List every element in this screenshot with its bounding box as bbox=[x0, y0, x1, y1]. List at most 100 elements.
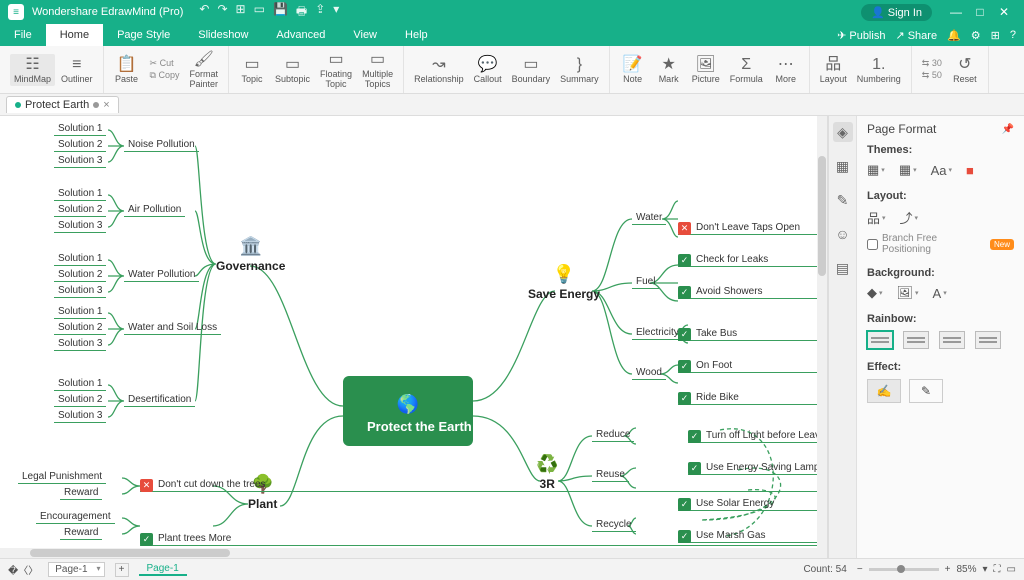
solution-item[interactable]: Solution 2 bbox=[54, 321, 106, 335]
paste-button[interactable]: 📋Paste bbox=[110, 54, 144, 86]
subtopic-button[interactable]: ▭Subtopic bbox=[271, 54, 314, 86]
new-icon[interactable]: ⊞ bbox=[236, 2, 246, 23]
theme-preset-1[interactable]: ▦▾ bbox=[867, 162, 885, 178]
bg-color[interactable]: ◆▾ bbox=[867, 285, 883, 301]
mindmap-button[interactable]: ☷MindMap bbox=[10, 54, 55, 86]
redo-icon[interactable]: ↷ bbox=[217, 2, 227, 23]
save-icon[interactable]: 💾 bbox=[273, 2, 288, 23]
solution-item[interactable]: Solution 2 bbox=[54, 268, 106, 282]
open-icon[interactable]: ▭ bbox=[254, 2, 265, 23]
solution-item[interactable]: Solution 1 bbox=[54, 305, 106, 319]
rainbow-option-1[interactable] bbox=[867, 331, 893, 349]
summary-button[interactable]: }Summary bbox=[556, 54, 603, 86]
leaf-legal[interactable]: Legal Punishment bbox=[18, 470, 106, 484]
width-toggle-a[interactable]: ⇆ 30 bbox=[922, 58, 942, 69]
picture-button[interactable]: 🖼Picture bbox=[688, 54, 724, 86]
leaf-lamp[interactable]: ✓Use Energy Saving Lamp bbox=[688, 461, 828, 475]
effect-none[interactable]: ✎ bbox=[909, 379, 943, 403]
numbering-button[interactable]: 1.Numbering bbox=[853, 54, 905, 86]
solution-item[interactable]: Solution 3 bbox=[54, 409, 106, 423]
leaf-foot[interactable]: ✓On Foot bbox=[678, 359, 828, 373]
document-tab[interactable]: Protect Earth × bbox=[6, 96, 119, 113]
theme-font[interactable]: Aa▾ bbox=[931, 163, 952, 178]
cat-recycle[interactable]: Recycle bbox=[592, 518, 636, 532]
zoom-slider[interactable] bbox=[869, 568, 939, 571]
cat-noise[interactable]: Noise Pollution bbox=[124, 138, 199, 152]
more-button[interactable]: ⋯More bbox=[769, 54, 803, 86]
qat-more-icon[interactable]: ▾ bbox=[333, 2, 339, 23]
canvas[interactable]: 🌎 Protect the Earth 🏛️ Governance Noise … bbox=[0, 116, 828, 558]
leaf-solar[interactable]: ✓Use Solar Energy bbox=[678, 497, 828, 511]
pin-icon[interactable]: 📌 bbox=[1002, 124, 1014, 135]
print-icon[interactable]: 🖶 bbox=[296, 2, 307, 23]
solution-item[interactable]: Solution 3 bbox=[54, 337, 106, 351]
theme-preset-2[interactable]: ▦▾ bbox=[899, 162, 917, 178]
boundary-button[interactable]: ▭Boundary bbox=[508, 54, 555, 86]
cat-water-pollution[interactable]: Water Pollution bbox=[124, 268, 199, 282]
menu-help[interactable]: Help bbox=[391, 24, 442, 46]
branch-3r[interactable]: ♻️ 3R bbox=[536, 454, 558, 491]
bell-icon[interactable]: 🔔 bbox=[947, 29, 961, 42]
leaf-reward1[interactable]: Reward bbox=[60, 486, 102, 500]
multiple-topics-button[interactable]: ▭Multiple Topics bbox=[358, 49, 397, 91]
solution-item[interactable]: Solution 3 bbox=[54, 219, 106, 233]
outliner-button[interactable]: ≡Outliner bbox=[57, 54, 97, 86]
menu-home[interactable]: Home bbox=[46, 24, 103, 46]
panel-tab-icon-icon[interactable]: ☺ bbox=[833, 224, 853, 244]
solution-item[interactable]: Solution 2 bbox=[54, 393, 106, 407]
floating-topic-button[interactable]: ▭Floating Topic bbox=[316, 49, 356, 91]
branch-governance[interactable]: 🏛️ Governance bbox=[216, 236, 285, 273]
rainbow-option-3[interactable] bbox=[939, 331, 965, 349]
cat-wood[interactable]: Wood bbox=[632, 366, 666, 380]
leaf-marsh[interactable]: ✓Use Marsh Gas bbox=[678, 529, 828, 543]
bg-watermark[interactable]: A▾ bbox=[933, 286, 947, 301]
undo-icon[interactable]: ↶ bbox=[199, 2, 209, 23]
maximize-button[interactable]: □ bbox=[968, 5, 992, 19]
formula-button[interactable]: ΣFormula bbox=[726, 54, 767, 86]
cat-air[interactable]: Air Pollution bbox=[124, 203, 185, 217]
solution-item[interactable]: Solution 3 bbox=[54, 284, 106, 298]
page-select[interactable]: Page-1 bbox=[48, 562, 104, 577]
leaf-showers[interactable]: ✓Avoid Showers bbox=[678, 285, 828, 299]
solution-item[interactable]: Solution 1 bbox=[54, 377, 106, 391]
rainbow-option-4[interactable] bbox=[975, 331, 1001, 349]
leaf-bus[interactable]: ✓Take Bus bbox=[678, 327, 828, 341]
zoom-in-button[interactable]: + bbox=[945, 564, 951, 575]
leaf-bike[interactable]: ✓Ride Bike bbox=[678, 391, 828, 405]
leaf-encourage[interactable]: Encouragement bbox=[36, 510, 115, 524]
cat-desert[interactable]: Desertification bbox=[124, 393, 195, 407]
solution-item[interactable]: Solution 1 bbox=[54, 252, 106, 266]
solution-item[interactable]: Solution 2 bbox=[54, 138, 106, 152]
cat-soil[interactable]: Water and Soil Loss bbox=[124, 321, 221, 335]
solution-item[interactable]: Solution 3 bbox=[54, 154, 106, 168]
branch-save-energy[interactable]: 💡 Save Energy bbox=[528, 264, 600, 301]
page-tab[interactable]: Page-1 bbox=[139, 563, 187, 576]
outline-view-icon[interactable]: �〈〉 bbox=[8, 562, 38, 577]
rainbow-option-2[interactable] bbox=[903, 331, 929, 349]
cat-reduce[interactable]: Reduce bbox=[592, 428, 634, 442]
cat-electricity[interactable]: Electricity bbox=[632, 326, 683, 340]
theme-color[interactable]: ■ bbox=[966, 163, 974, 178]
menu-page-style[interactable]: Page Style bbox=[103, 24, 184, 46]
grid-icon[interactable]: ⊞ bbox=[991, 29, 1000, 42]
cat-dont-cut[interactable]: ✕Don't cut down the trees bbox=[140, 478, 828, 492]
minimize-button[interactable]: — bbox=[944, 5, 968, 19]
export-icon[interactable]: ⇪ bbox=[315, 2, 325, 23]
solution-item[interactable]: Solution 2 bbox=[54, 203, 106, 217]
callout-button[interactable]: 💬Callout bbox=[470, 54, 506, 86]
share-button[interactable]: ↗ Share bbox=[895, 29, 937, 42]
help-icon[interactable]: ? bbox=[1010, 29, 1016, 41]
copy-button[interactable]: ⧉ Copy bbox=[150, 70, 180, 81]
gear-icon[interactable]: ⚙ bbox=[971, 29, 981, 42]
menu-slideshow[interactable]: Slideshow bbox=[184, 24, 262, 46]
connector-type[interactable]: ⤴▾ bbox=[900, 208, 919, 227]
horizontal-scrollbar[interactable] bbox=[0, 548, 817, 558]
vertical-scrollbar[interactable] bbox=[817, 116, 827, 558]
close-button[interactable]: ✕ bbox=[992, 5, 1016, 19]
note-button[interactable]: 📝Note bbox=[616, 54, 650, 86]
central-topic[interactable]: 🌎 Protect the Earth bbox=[343, 376, 473, 446]
add-page-button[interactable]: + bbox=[115, 563, 129, 577]
layout-type[interactable]: 品▾ bbox=[867, 208, 886, 227]
panel-tab-clipart-icon[interactable]: ▤ bbox=[833, 258, 853, 278]
relationship-button[interactable]: ↝Relationship bbox=[410, 54, 468, 86]
